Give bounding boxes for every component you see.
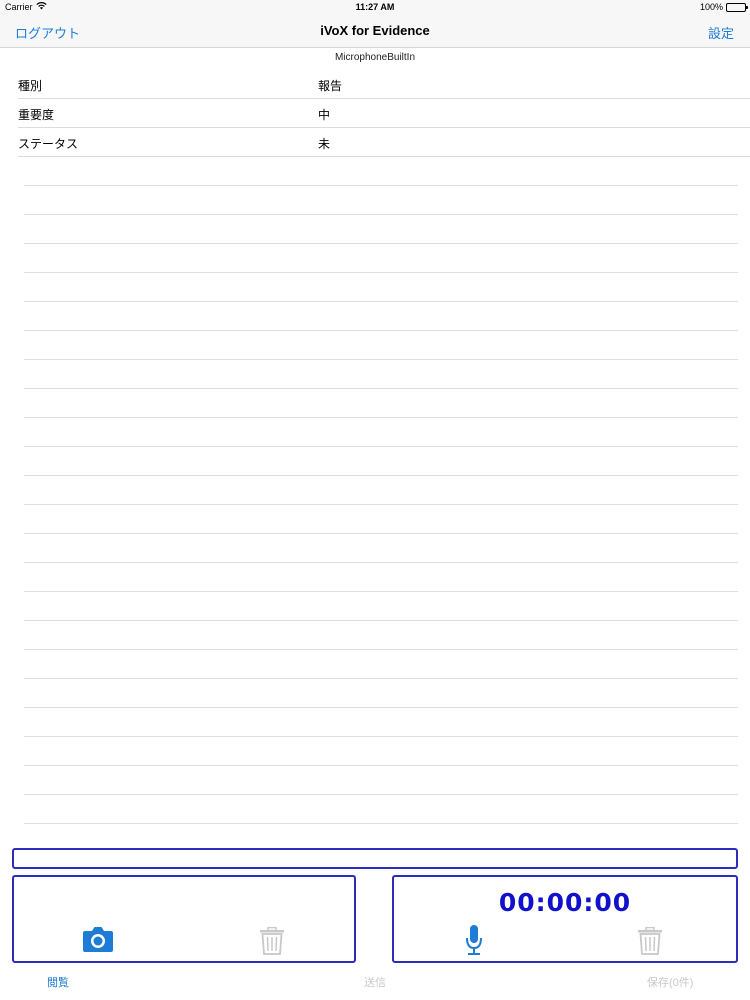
device-label: MicrophoneBuiltIn (334, 52, 416, 63)
logout-button[interactable]: ログアウト (15, 23, 80, 42)
app-title: iVoX for Evidence (320, 23, 430, 38)
recorder-panel: 00:00:00 (392, 875, 738, 963)
tab-browse[interactable]: 閲覧 (47, 974, 69, 990)
tab-send[interactable]: 送信 (364, 974, 386, 990)
info-row-value: 中 (318, 108, 331, 122)
info-row-status[interactable]: ステータス 未 (18, 128, 750, 157)
info-row-value: 報告 (318, 79, 343, 93)
battery-percent: 100% (699, 2, 723, 12)
tab-save[interactable]: 保存(0件) (647, 974, 693, 990)
microphone-icon[interactable] (466, 925, 482, 955)
comment-input[interactable] (12, 848, 738, 869)
trash-icon[interactable] (637, 926, 663, 955)
info-row-type[interactable]: 種別 報告 (18, 70, 750, 99)
tab-bar: 閲覧 送信 保存(0件) (0, 968, 750, 1000)
recording-timer: 00:00:00 (498, 888, 632, 917)
settings-button[interactable]: 設定 (708, 23, 734, 42)
status-time: 11:27 AM (355, 2, 395, 12)
info-row-priority[interactable]: 重要度 中 (18, 99, 750, 128)
battery-icon (726, 2, 748, 12)
info-row-label: 重要度 (18, 108, 55, 122)
notes-list[interactable] (24, 157, 738, 832)
navigation-bar: ログアウト iVoX for Evidence 設定 (0, 16, 750, 48)
info-row-value: 未 (318, 137, 331, 151)
info-row-label: 種別 (18, 79, 43, 93)
status-right: 100% (699, 2, 748, 12)
camera-icon[interactable] (82, 925, 114, 953)
status-bar: Carrier 11:27 AM 100% (0, 0, 750, 16)
info-row-label: ステータス (18, 137, 79, 151)
photo-panel (12, 875, 356, 963)
trash-icon[interactable] (259, 926, 285, 955)
